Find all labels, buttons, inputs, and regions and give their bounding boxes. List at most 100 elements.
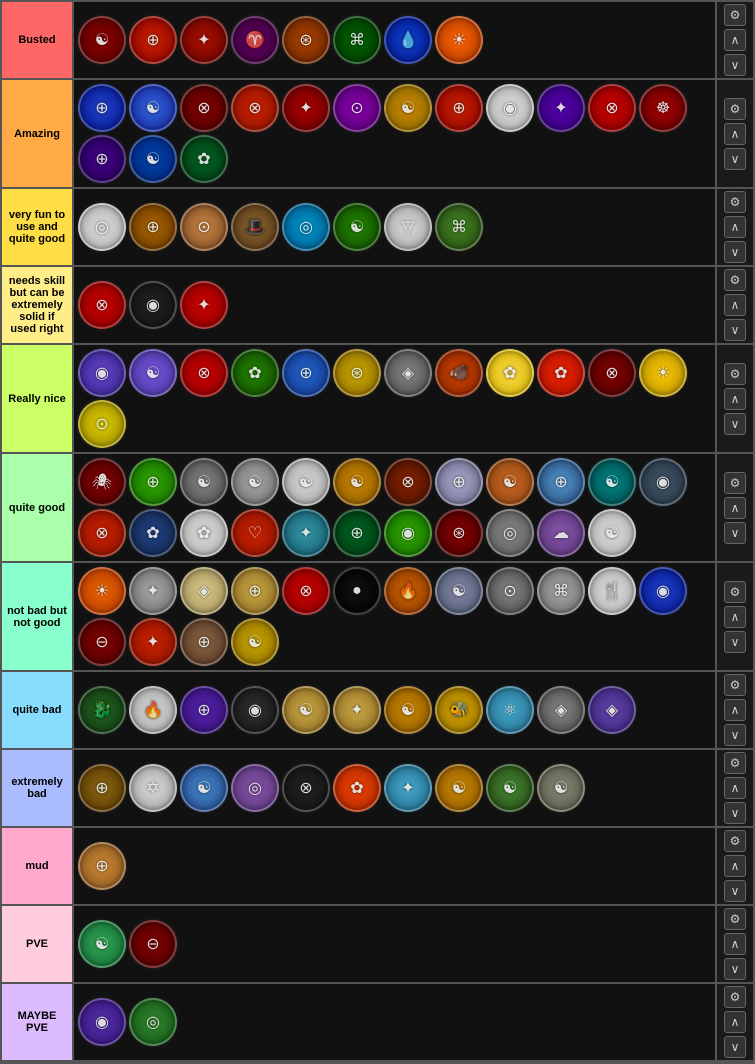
tier-icon-quite-good-21[interactable]: ☁ — [537, 509, 585, 557]
tier-icon-busted-7[interactable]: ☀ — [435, 16, 483, 64]
tier-icon-not-bad-1[interactable]: ✦ — [129, 567, 177, 615]
up-button-very-fun[interactable]: ∧ — [724, 216, 746, 238]
up-button-quite-bad[interactable]: ∧ — [724, 699, 746, 721]
tier-icon-not-bad-15[interactable]: ☯ — [231, 618, 279, 666]
tier-icon-really-nice-5[interactable]: ⊛ — [333, 349, 381, 397]
down-button-amazing[interactable]: ∨ — [724, 148, 746, 170]
tier-icon-quite-good-14[interactable]: ✿ — [180, 509, 228, 557]
tier-icon-not-bad-8[interactable]: ⊙ — [486, 567, 534, 615]
tier-icon-quite-good-4[interactable]: ☯ — [282, 458, 330, 506]
tier-icon-very-fun-0[interactable]: ◎ — [78, 203, 126, 251]
tier-icon-quite-good-13[interactable]: ✿ — [129, 509, 177, 557]
tier-icon-quite-bad-9[interactable]: ◈ — [537, 686, 585, 734]
tier-icon-quite-good-3[interactable]: ☯ — [231, 458, 279, 506]
tier-icon-not-bad-4[interactable]: ⊗ — [282, 567, 330, 615]
tier-icon-mud-0[interactable]: ⊕ — [78, 842, 126, 890]
tier-icon-quite-bad-3[interactable]: ◉ — [231, 686, 279, 734]
tier-icon-amazing-12[interactable]: ⊕ — [78, 135, 126, 183]
tier-icon-quite-bad-6[interactable]: ☯ — [384, 686, 432, 734]
tier-icon-amazing-5[interactable]: ⊙ — [333, 84, 381, 132]
tier-icon-really-nice-3[interactable]: ✿ — [231, 349, 279, 397]
tier-icon-extremely-bad-9[interactable]: ☯ — [537, 764, 585, 812]
tier-icon-not-bad-0[interactable]: ☀ — [78, 567, 126, 615]
up-button-mud[interactable]: ∧ — [724, 855, 746, 877]
down-button-maybe-pve[interactable]: ∨ — [724, 1036, 746, 1058]
tier-icon-really-nice-4[interactable]: ⊕ — [282, 349, 330, 397]
tier-icon-amazing-7[interactable]: ⊕ — [435, 84, 483, 132]
gear-button-pve[interactable]: ⚙ — [724, 908, 746, 930]
down-button-needs-skill[interactable]: ∨ — [724, 319, 746, 341]
tier-icon-amazing-13[interactable]: ☯ — [129, 135, 177, 183]
gear-button-extremely-bad[interactable]: ⚙ — [724, 752, 746, 774]
tier-icon-quite-good-16[interactable]: ✦ — [282, 509, 330, 557]
gear-button-quite-good[interactable]: ⚙ — [724, 472, 746, 494]
tier-icon-pve-0[interactable]: ☯ — [78, 920, 126, 968]
down-button-quite-good[interactable]: ∨ — [724, 522, 746, 544]
tier-icon-quite-good-1[interactable]: ⊕ — [129, 458, 177, 506]
tier-icon-busted-3[interactable]: ♈ — [231, 16, 279, 64]
tier-icon-very-fun-7[interactable]: ⌘ — [435, 203, 483, 251]
tier-icon-extremely-bad-4[interactable]: ⊗ — [282, 764, 330, 812]
tier-icon-quite-bad-8[interactable]: ⚛ — [486, 686, 534, 734]
tier-icon-maybe-pve-0[interactable]: ◉ — [78, 998, 126, 1046]
tier-icon-really-nice-11[interactable]: ☀ — [639, 349, 687, 397]
tier-icon-really-nice-2[interactable]: ⊗ — [180, 349, 228, 397]
tier-icon-quite-bad-0[interactable]: 🐉 — [78, 686, 126, 734]
tier-icon-quite-bad-4[interactable]: ☯ — [282, 686, 330, 734]
gear-button-really-nice[interactable]: ⚙ — [724, 363, 746, 385]
up-button-maybe-pve[interactable]: ∧ — [724, 1011, 746, 1033]
tier-icon-not-bad-9[interactable]: ⌘ — [537, 567, 585, 615]
tier-icon-very-fun-4[interactable]: ◎ — [282, 203, 330, 251]
tier-icon-amazing-2[interactable]: ⊗ — [180, 84, 228, 132]
tier-icon-quite-good-12[interactable]: ⊗ — [78, 509, 126, 557]
tier-icon-amazing-4[interactable]: ✦ — [282, 84, 330, 132]
tier-icon-amazing-9[interactable]: ✦ — [537, 84, 585, 132]
tier-icon-amazing-11[interactable]: ☸ — [639, 84, 687, 132]
tier-icon-quite-good-20[interactable]: ◎ — [486, 509, 534, 557]
tier-icon-needs-skill-1[interactable]: ◉ — [129, 281, 177, 329]
tier-icon-maybe-pve-1[interactable]: ◎ — [129, 998, 177, 1046]
tier-icon-quite-good-5[interactable]: ☯ — [333, 458, 381, 506]
tier-icon-not-bad-6[interactable]: 🔥 — [384, 567, 432, 615]
tier-icon-quite-bad-5[interactable]: ✦ — [333, 686, 381, 734]
tier-icon-extremely-bad-6[interactable]: ✦ — [384, 764, 432, 812]
up-button-needs-skill[interactable]: ∧ — [724, 294, 746, 316]
tier-icon-quite-good-10[interactable]: ☯ — [588, 458, 636, 506]
tier-icon-extremely-bad-5[interactable]: ✿ — [333, 764, 381, 812]
down-button-not-bad[interactable]: ∨ — [724, 631, 746, 653]
tier-icon-quite-good-7[interactable]: ⊕ — [435, 458, 483, 506]
gear-button-maybe-pve[interactable]: ⚙ — [724, 986, 746, 1008]
gear-button-busted[interactable]: ⚙ — [724, 4, 746, 26]
gear-button-mud[interactable]: ⚙ — [724, 830, 746, 852]
up-button-really-nice[interactable]: ∧ — [724, 388, 746, 410]
down-button-mud[interactable]: ∨ — [724, 880, 746, 902]
tier-icon-not-bad-13[interactable]: ✦ — [129, 618, 177, 666]
tier-icon-really-nice-9[interactable]: ✿ — [537, 349, 585, 397]
tier-icon-busted-1[interactable]: ⊕ — [129, 16, 177, 64]
tier-icon-really-nice-6[interactable]: ◈ — [384, 349, 432, 397]
tier-icon-quite-good-19[interactable]: ⊛ — [435, 509, 483, 557]
tier-icon-busted-6[interactable]: 💧 — [384, 16, 432, 64]
down-button-quite-bad[interactable]: ∨ — [724, 724, 746, 746]
tier-icon-busted-5[interactable]: ⌘ — [333, 16, 381, 64]
tier-icon-quite-bad-10[interactable]: ◈ — [588, 686, 636, 734]
tier-icon-quite-good-2[interactable]: ☯ — [180, 458, 228, 506]
down-button-really-nice[interactable]: ∨ — [724, 413, 746, 435]
tier-icon-quite-good-8[interactable]: ☯ — [486, 458, 534, 506]
tier-icon-quite-good-18[interactable]: ◉ — [384, 509, 432, 557]
tier-icon-really-nice-10[interactable]: ⊗ — [588, 349, 636, 397]
up-button-quite-good[interactable]: ∧ — [724, 497, 746, 519]
tier-icon-amazing-8[interactable]: ◉ — [486, 84, 534, 132]
tier-icon-quite-good-11[interactable]: ◉ — [639, 458, 687, 506]
tier-icon-extremely-bad-0[interactable]: ⊕ — [78, 764, 126, 812]
tier-icon-quite-good-0[interactable]: 🕷 — [78, 458, 126, 506]
tier-icon-extremely-bad-7[interactable]: ☯ — [435, 764, 483, 812]
tier-icon-amazing-14[interactable]: ✿ — [180, 135, 228, 183]
up-button-not-bad[interactable]: ∧ — [724, 606, 746, 628]
tier-icon-not-bad-2[interactable]: ◈ — [180, 567, 228, 615]
tier-icon-really-nice-0[interactable]: ◉ — [78, 349, 126, 397]
tier-icon-not-bad-12[interactable]: ⊖ — [78, 618, 126, 666]
tier-icon-quite-good-9[interactable]: ⊕ — [537, 458, 585, 506]
gear-button-amazing[interactable]: ⚙ — [724, 98, 746, 120]
tier-icon-extremely-bad-2[interactable]: ☯ — [180, 764, 228, 812]
